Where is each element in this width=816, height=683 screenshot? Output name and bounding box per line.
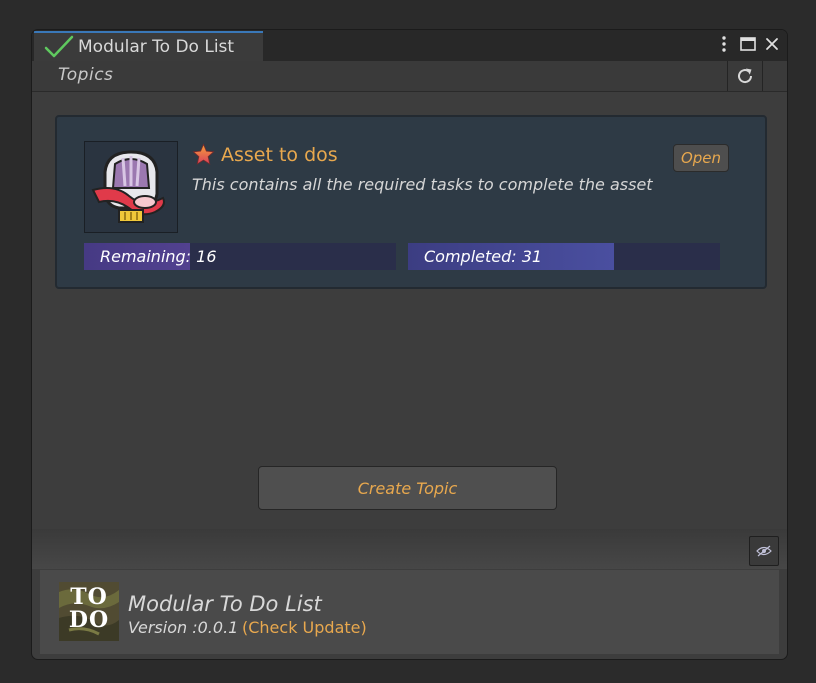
completed-progress-bar: Completed: 31 xyxy=(408,243,720,270)
open-button[interactable]: Open xyxy=(673,144,729,172)
topic-avatar xyxy=(84,141,178,233)
refresh-button[interactable] xyxy=(727,61,763,91)
tab-modular-todo-list[interactable]: Modular To Do List xyxy=(34,31,263,61)
toolbar: Topics xyxy=(32,61,787,92)
remaining-progress-bar: Remaining: 16 xyxy=(84,243,396,270)
topic-card[interactable]: Asset to dos This contains all the requi… xyxy=(55,115,767,289)
visibility-toggle-button[interactable] xyxy=(749,536,779,566)
check-update-link[interactable]: (Check Update) xyxy=(242,618,367,637)
todo-window: Modular To Do List Topics Asset to dos T… xyxy=(31,29,788,660)
footer-version: Version :0.0.1 xyxy=(128,618,239,637)
create-topic-button[interactable]: Create Topic xyxy=(258,466,557,510)
footer-panel: TO DO Modular To Do List Version :0.0.1 (… xyxy=(40,570,779,654)
logo-text: TO DO xyxy=(68,584,110,633)
refresh-icon xyxy=(738,68,753,84)
window-controls xyxy=(715,34,781,54)
remaining-label: Remaining: 16 xyxy=(100,247,217,266)
star-icon[interactable] xyxy=(192,143,215,166)
footer-divider xyxy=(32,529,787,569)
topic-description: This contains all the required tasks to … xyxy=(192,175,653,194)
footer-app-name: Modular To Do List xyxy=(128,592,322,616)
more-icon[interactable] xyxy=(715,34,733,54)
check-icon xyxy=(44,35,74,58)
robot-avatar-icon xyxy=(91,150,165,223)
completed-label: Completed: 31 xyxy=(424,247,543,266)
maximize-icon[interactable] xyxy=(739,34,757,54)
tab-title: Modular To Do List xyxy=(78,37,235,57)
todo-logo: TO DO xyxy=(59,582,119,641)
close-icon[interactable] xyxy=(763,34,781,54)
topics-label: Topics xyxy=(58,65,114,85)
topic-title-text: Asset to dos xyxy=(221,143,338,166)
topic-title: Asset to dos xyxy=(192,143,338,166)
tab-strip: Modular To Do List xyxy=(32,30,787,62)
eye-hidden-icon xyxy=(756,545,772,557)
